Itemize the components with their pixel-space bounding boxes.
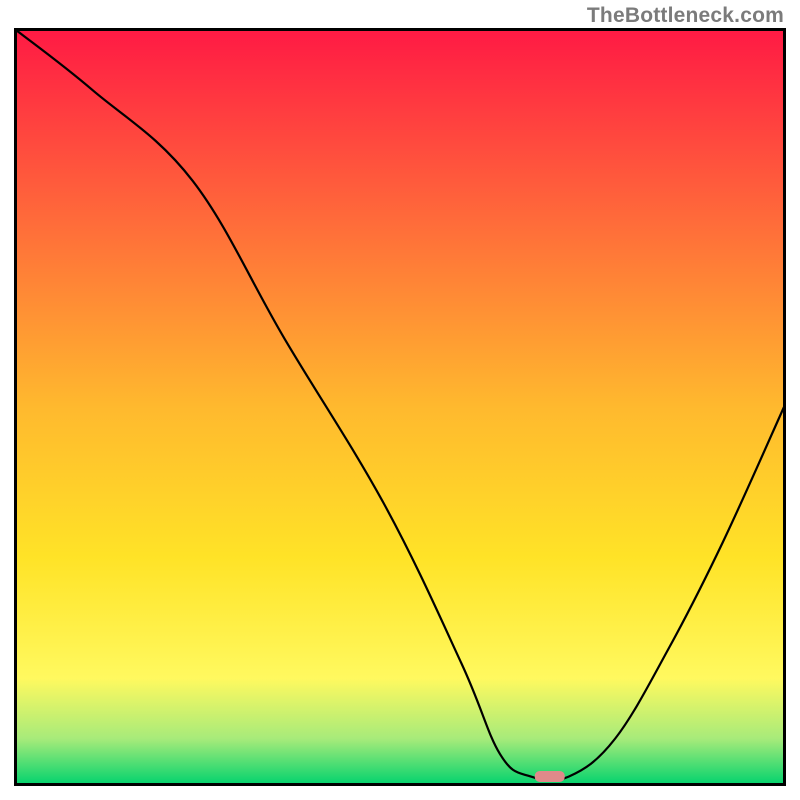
watermark-text: TheBottleneck.com	[587, 4, 784, 28]
chart-svg	[14, 28, 786, 786]
plot-area	[14, 28, 786, 786]
optimal-marker	[535, 771, 565, 782]
chart-container: TheBottleneck.com	[0, 0, 800, 800]
gradient-background	[16, 30, 784, 784]
